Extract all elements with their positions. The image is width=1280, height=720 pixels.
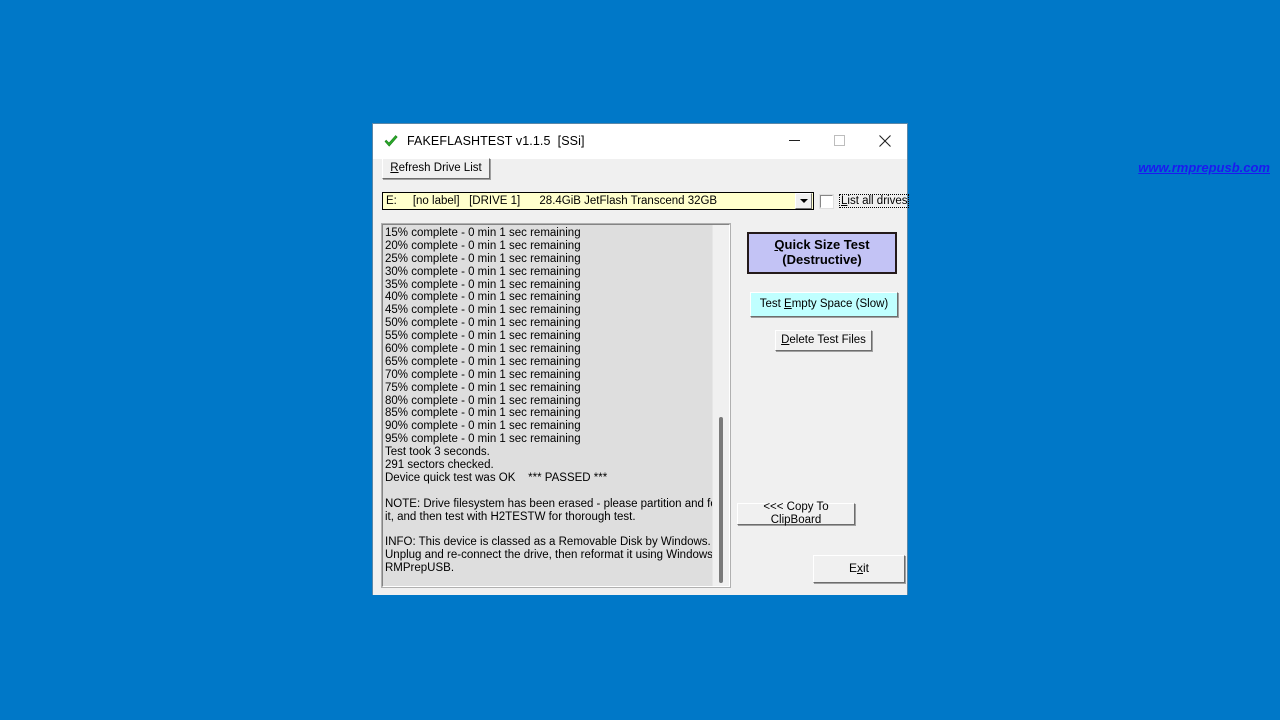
log-line: 50% complete - 0 min 1 sec remaining (385, 317, 581, 330)
close-button[interactable] (862, 124, 907, 157)
exit-button[interactable]: Exit (813, 555, 905, 583)
title-bar: FAKEFLASHTEST v1.1.5 [SSi] (373, 124, 907, 159)
log-line: 95% complete - 0 min 1 sec remaining (385, 433, 581, 446)
log-line: it, and then test with H2TESTW for thoro… (385, 510, 636, 523)
log-line: 30% complete - 0 min 1 sec remaining (385, 265, 581, 278)
rmprepusb-website-link[interactable]: www.rmprepusb.com (1138, 160, 1270, 175)
log-line: Device quick test was OK *** PASSED *** (385, 471, 608, 484)
refresh-drive-list-label: Refresh Drive List (390, 161, 482, 174)
maximize-icon (834, 135, 845, 146)
drive-select-combo[interactable]: E: [no label] [DRIVE 1] 28.4GiB JetFlash… (382, 192, 814, 210)
quick-size-test-button[interactable]: Quick Size Test (Destructive) (747, 232, 897, 274)
window-controls (772, 124, 907, 158)
log-line: 55% complete - 0 min 1 sec remaining (385, 330, 581, 343)
log-scrollbar-thumb[interactable] (719, 417, 723, 583)
quick-size-test-line1: Quick Size Test (774, 237, 870, 253)
chevron-down-icon[interactable] (795, 193, 812, 209)
test-empty-space-label: Test Empty Space (Slow) (759, 297, 889, 310)
delete-test-files-button[interactable]: Delete Test Files (775, 330, 872, 351)
close-icon (878, 134, 891, 147)
maximize-button[interactable] (817, 124, 862, 157)
delete-test-files-label: Delete Test Files (781, 333, 866, 346)
log-line: 80% complete - 0 min 1 sec remaining (385, 394, 581, 407)
minimize-icon (789, 140, 800, 141)
log-line: RMPrepUSB. (385, 562, 455, 575)
log-line: 35% complete - 0 min 1 sec remaining (385, 278, 581, 291)
green-check-icon (384, 135, 398, 147)
log-line: 70% complete - 0 min 1 sec remaining (385, 368, 581, 381)
log-line: NOTE: Drive filesystem has been erased -… (385, 497, 730, 510)
test-empty-space-button[interactable]: Test Empty Space (Slow) (750, 292, 898, 317)
log-line: Unplug and re-connect the drive, then re… (385, 549, 727, 562)
log-line: 65% complete - 0 min 1 sec remaining (385, 355, 581, 368)
log-line: 60% complete - 0 min 1 sec remaining (385, 343, 581, 356)
refresh-drive-list-button[interactable]: Refresh Drive List (382, 158, 490, 179)
copy-to-clipboard-button[interactable]: <<< Copy To ClipBoard (737, 500, 855, 526)
quick-size-test-line2: (Destructive) (782, 252, 862, 267)
log-line: INFO: This device is classed as a Remova… (385, 536, 711, 549)
list-all-drives-box[interactable] (819, 193, 834, 209)
window-title: FAKEFLASHTEST v1.1.5 [SSi] (407, 134, 585, 148)
exit-label: Exit (848, 561, 869, 576)
log-line: 20% complete - 0 min 1 sec remaining (385, 239, 581, 252)
log-line: 291 sectors checked. (385, 459, 494, 472)
list-all-drives-checkbox[interactable]: List all drives (819, 193, 910, 209)
log-line: 45% complete - 0 min 1 sec remaining (385, 304, 581, 317)
test-log-lines: 15% complete - 0 min 1 sec remaining 20% … (385, 227, 730, 575)
log-line: 90% complete - 0 min 1 sec remaining (385, 420, 581, 433)
log-line: 40% complete - 0 min 1 sec remaining (385, 291, 581, 304)
log-line: 15% complete - 0 min 1 sec remaining (385, 227, 581, 239)
minimize-button[interactable] (772, 124, 817, 157)
test-log-listbox[interactable]: 15% complete - 0 min 1 sec remaining 20% … (381, 223, 731, 588)
drive-select-value: E: [no label] [DRIVE 1] 28.4GiB JetFlash… (386, 195, 718, 207)
log-line: 25% complete - 0 min 1 sec remaining (385, 252, 581, 265)
list-all-drives-label: List all drives (839, 194, 910, 208)
log-vertical-scrollbar[interactable] (712, 225, 729, 586)
log-line: 85% complete - 0 min 1 sec remaining (385, 407, 581, 420)
copy-to-clipboard-label: <<< Copy To ClipBoard (763, 500, 829, 526)
log-line: Test took 3 seconds. (385, 446, 490, 459)
log-line: 75% complete - 0 min 1 sec remaining (385, 381, 581, 394)
